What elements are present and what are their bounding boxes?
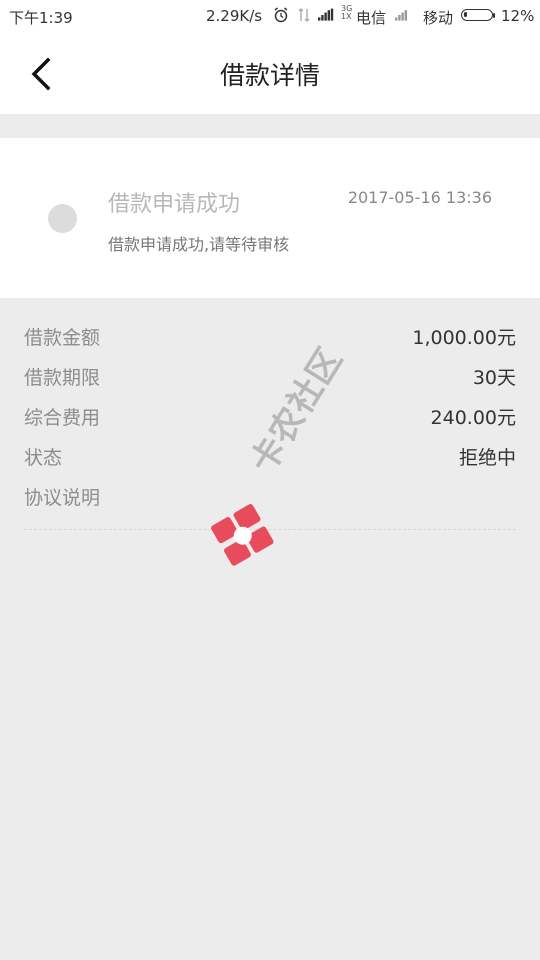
divider	[24, 529, 516, 530]
data-transfer-icon	[298, 8, 310, 22]
carrier-2: 移动	[423, 9, 454, 27]
progress-time: 2017-05-16 13:36	[347, 188, 492, 207]
header: 借款详情	[0, 32, 540, 114]
detail-label: 借款期限	[24, 367, 101, 389]
status-speed: 2.29K/s	[206, 7, 263, 25]
page-title: 借款详情	[219, 61, 320, 90]
battery-icon	[461, 9, 493, 21]
progress-dot-icon	[48, 204, 77, 233]
battery-tip	[493, 13, 495, 18]
detail-label: 状态	[24, 447, 63, 469]
status-time: 下午1:39	[9, 9, 73, 27]
detail-label: 综合费用	[24, 407, 101, 429]
network-type: 3G 1X	[341, 4, 353, 21]
detail-label: 借款金额	[24, 327, 101, 349]
detail-row-agreement[interactable]: 协议说明	[24, 478, 516, 518]
detail-value: 30天	[472, 367, 516, 389]
carrier-1: 电信	[356, 9, 387, 27]
signal-icon	[318, 8, 334, 21]
progress-description: 借款申请成功,请等待审核	[108, 235, 290, 254]
status-bar: 下午1:39 2.29K/s 3G 1X 电信 移动 12%	[0, 0, 540, 32]
battery-percent: 12%	[501, 7, 535, 25]
progress-card: 借款申请成功 2017-05-16 13:36 借款申请成功,请等待审核	[0, 138, 540, 298]
detail-row-amount: 借款金额 1,000.00元	[24, 318, 516, 358]
detail-value: 240.00元	[430, 407, 516, 429]
detail-value: 1,000.00元	[412, 327, 516, 349]
page: 下午1:39 2.29K/s 3G 1X 电信 移动 12% 借款详情 借款申请…	[0, 0, 540, 960]
detail-row-term: 借款期限 30天	[24, 358, 516, 398]
progress-title: 借款申请成功	[108, 192, 241, 217]
detail-label: 协议说明	[24, 487, 101, 509]
detail-value: 拒绝中	[458, 447, 516, 469]
alarm-icon	[274, 7, 288, 23]
signal-icon-2	[395, 10, 407, 21]
